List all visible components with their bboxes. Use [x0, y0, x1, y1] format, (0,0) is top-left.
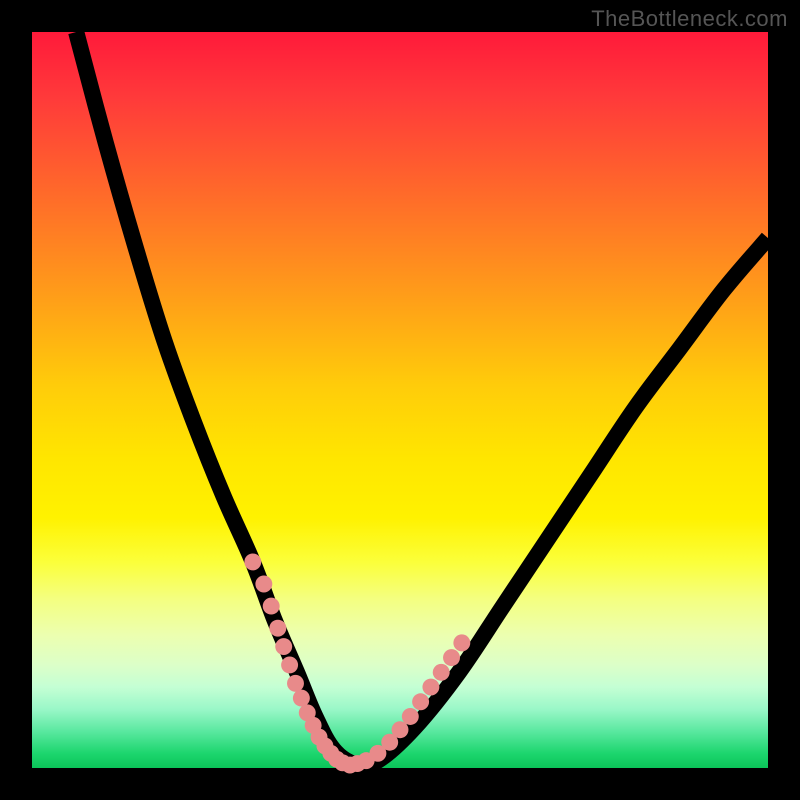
highlight-dot: [392, 721, 409, 738]
highlight-dot: [263, 598, 280, 615]
highlight-dot: [422, 679, 439, 696]
highlight-dot: [433, 664, 450, 681]
highlight-dot: [443, 649, 460, 666]
highlight-dot: [402, 708, 419, 725]
chart-frame: TheBottleneck.com: [0, 0, 800, 800]
highlight-dot: [281, 656, 298, 673]
highlight-dot: [412, 693, 429, 710]
highlight-dot: [255, 576, 272, 593]
highlight-dot: [244, 553, 261, 570]
highlight-dot: [453, 634, 470, 651]
highlight-dot: [269, 620, 286, 637]
highlight-dot: [293, 690, 310, 707]
highlighted-points-group: [244, 553, 470, 773]
bottleneck-curve: [76, 32, 768, 766]
chart-overlay: [32, 32, 768, 768]
highlight-dot: [275, 638, 292, 655]
watermark-text: TheBottleneck.com: [591, 6, 788, 32]
highlight-dot: [287, 675, 304, 692]
